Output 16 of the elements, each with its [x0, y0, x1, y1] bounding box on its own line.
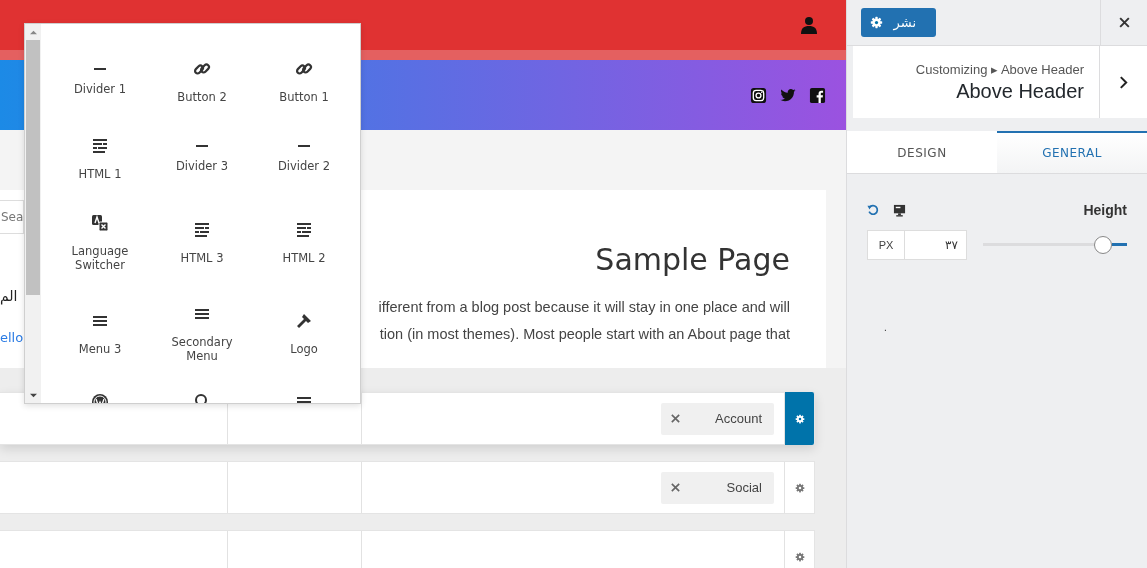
element-chip[interactable]: Account [661, 402, 774, 435]
sidebar-heading: الم [0, 288, 18, 304]
post-link[interactable]: ello [0, 330, 24, 345]
tab[interactable]: DESIGN [847, 131, 997, 173]
tab[interactable]: GENERAL [997, 131, 1147, 173]
control-label: Height [1083, 202, 1127, 218]
paragraph-line: tion (in most themes). Most people start with an About page that [379, 325, 790, 344]
page-title: Sample Page [595, 242, 790, 278]
dot-text: . [884, 322, 887, 333]
paragraph-line: ifferent from a blog post because it will stay in one place and will [378, 298, 790, 317]
section-title: Above Header [956, 79, 1084, 103]
chip-label: Social [726, 480, 762, 495]
chip-label: Account [715, 411, 762, 426]
publish-button[interactable]: نشر [861, 8, 936, 37]
breadcrumb: Customizing ▸ Above Header [915, 61, 1084, 77]
element-chip[interactable]: Social [661, 471, 774, 504]
